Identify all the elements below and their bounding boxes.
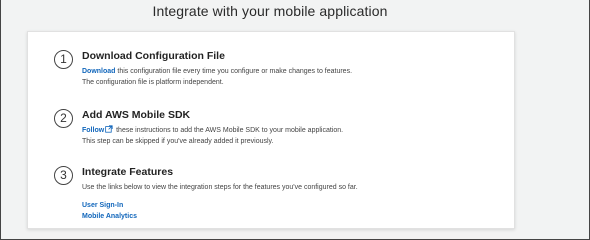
step-title: Add AWS Mobile SDK bbox=[82, 109, 191, 121]
page-title: Integrate with your mobile application bbox=[152, 3, 388, 19]
step-note: The configuration file is platform indep… bbox=[82, 79, 224, 86]
step-note: This step can be skipped if you've alrea… bbox=[82, 138, 274, 145]
follow-link[interactable]: Follow bbox=[82, 127, 104, 134]
step-title: Integrate Features bbox=[82, 166, 174, 178]
step-description: Use the links below to view the integrat… bbox=[82, 184, 358, 191]
download-link[interactable]: Download bbox=[82, 68, 115, 75]
step-number-circle: 3 bbox=[54, 166, 73, 185]
step-description: Download this configuration file every t… bbox=[82, 68, 353, 75]
step-number-circle: 2 bbox=[54, 109, 73, 128]
external-link-icon[interactable] bbox=[105, 125, 113, 133]
user-sign-in-link[interactable]: User Sign-In bbox=[82, 200, 502, 211]
integration-card: 1 Download Configuration File Download t… bbox=[27, 31, 515, 229]
mobile-analytics-link[interactable]: Mobile Analytics bbox=[82, 211, 502, 222]
step-number-circle: 1 bbox=[54, 50, 73, 69]
step-title: Download Configuration File bbox=[82, 50, 225, 62]
step-description: Follow these instructions to add the AWS… bbox=[82, 125, 344, 134]
